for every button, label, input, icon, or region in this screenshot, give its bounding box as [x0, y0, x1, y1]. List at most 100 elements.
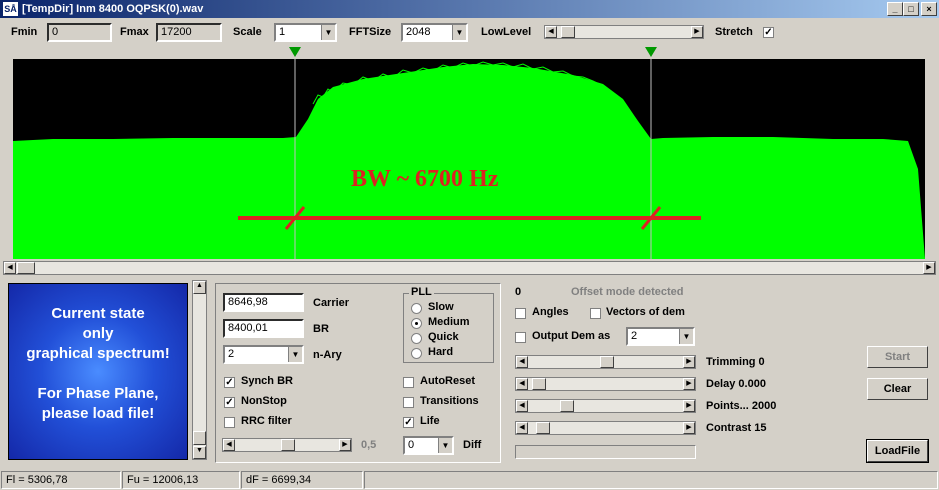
br-field[interactable]: 8400,01 [223, 319, 304, 338]
stretch-checkbox[interactable]: ✓ [763, 27, 774, 38]
pll-hard-label: Hard [428, 346, 454, 358]
close-button[interactable]: × [921, 2, 937, 16]
pll-slow-label: Slow [428, 301, 454, 313]
arrow-left-icon[interactable]: ◀ [223, 439, 235, 451]
chevron-down-icon[interactable]: ▼ [321, 25, 335, 40]
nonstop-label: NonStop [241, 395, 287, 407]
chevron-down-icon[interactable]: ▼ [438, 438, 452, 453]
info-vscroll-thumb[interactable] [193, 431, 206, 445]
info-vscroll[interactable]: ▲ ▼ [192, 280, 207, 460]
contrast-slider[interactable]: ◀ ▶ [515, 421, 696, 435]
arrow-right-icon[interactable]: ▶ [339, 439, 351, 451]
fmin-field[interactable]: 0 [47, 23, 112, 42]
pll-hard-radio[interactable] [411, 348, 422, 359]
arrow-right-icon[interactable]: ▶ [683, 378, 695, 390]
points-slider[interactable]: ◀ ▶ [515, 399, 696, 413]
rrc-filter-checkbox[interactable] [224, 417, 235, 428]
spectrum-scrollbar[interactable]: ◀ ▶ [3, 261, 936, 275]
maximize-button[interactable]: □ [903, 2, 919, 16]
synch-br-checkbox[interactable]: ✓ [224, 377, 235, 388]
arrow-left-icon[interactable]: ◀ [516, 400, 528, 412]
params-slider-thumb[interactable] [281, 439, 295, 451]
output-dem-value: 2 [631, 330, 638, 342]
nary-value: 2 [228, 348, 235, 360]
info-line-2: only [82, 325, 114, 342]
scale-select[interactable]: 1 ▼ [274, 23, 337, 42]
pll-medium-label: Medium [428, 316, 470, 328]
params-slider[interactable]: ◀ ▶ [222, 438, 352, 452]
loadfile-button[interactable]: LoadFile [866, 439, 929, 463]
status-empty [364, 471, 938, 489]
info-line-1: Current state [51, 305, 145, 322]
params-slider-value: 0,5 [361, 439, 377, 451]
trimming-label: Trimming 0 [706, 356, 765, 368]
points-label: Points... 2000 [706, 400, 777, 412]
delay-label: Delay 0.000 [706, 378, 766, 390]
diff-value: 0 [408, 439, 415, 451]
fmin-label: Fmin [11, 26, 38, 38]
arrow-right-icon[interactable]: ▶ [691, 26, 703, 38]
diff-select[interactable]: 0 ▼ [403, 436, 454, 455]
delay-thumb[interactable] [532, 378, 546, 390]
vectors-checkbox[interactable] [590, 308, 601, 319]
output-dem-checkbox[interactable] [515, 332, 526, 343]
minimize-button[interactable]: _ [887, 2, 903, 16]
chevron-down-icon[interactable]: ▼ [288, 347, 302, 362]
title-bar: SÅ [TempDir] Inm 8400 OQPSK(0).wav _ □ × [0, 0, 939, 18]
pll-quick-radio[interactable] [411, 333, 422, 344]
angles-checkbox[interactable] [515, 308, 526, 319]
offset-mode-status: Offset mode detected [571, 286, 684, 298]
arrow-right-icon[interactable]: ▶ [923, 262, 935, 274]
diff-label: Diff [463, 439, 482, 451]
arrow-left-icon[interactable]: ◀ [4, 262, 16, 274]
carrier-field[interactable]: 8646,98 [223, 293, 304, 312]
status-fu: Fu = 12006,13 [122, 471, 240, 489]
lower-marker-handle-top[interactable] [288, 46, 302, 58]
points-thumb[interactable] [560, 400, 574, 412]
fmax-field[interactable]: 17200 [156, 23, 222, 42]
chevron-down-icon[interactable]: ▼ [679, 329, 693, 344]
fftsize-value: 2048 [406, 26, 431, 38]
life-checkbox[interactable]: ✓ [403, 417, 414, 428]
arrow-up-icon[interactable]: ▲ [193, 281, 206, 294]
trimming-thumb[interactable] [600, 356, 614, 368]
arrow-left-icon[interactable]: ◀ [516, 356, 528, 368]
start-button[interactable]: Start [867, 346, 928, 368]
fmax-label: Fmax [120, 26, 149, 38]
contrast-thumb[interactable] [536, 422, 550, 434]
delay-slider[interactable]: ◀ ▶ [515, 377, 696, 391]
arrow-left-icon[interactable]: ◀ [516, 422, 528, 434]
chevron-down-icon[interactable]: ▼ [452, 25, 466, 40]
status-fl: Fl = 5306,78 [1, 471, 121, 489]
pll-label: PLL [409, 286, 434, 298]
autoreset-checkbox[interactable] [403, 377, 414, 388]
output-dem-select[interactable]: 2 ▼ [626, 327, 695, 346]
app-icon: SÅ [3, 2, 18, 16]
arrow-right-icon[interactable]: ▶ [683, 356, 695, 368]
arrow-right-icon[interactable]: ▶ [683, 400, 695, 412]
upper-marker-handle-top[interactable] [644, 46, 658, 58]
progress-bar [515, 445, 696, 459]
transitions-label: Transitions [420, 395, 479, 407]
spectrum-display[interactable]: BW ~ 6700 Hz [13, 59, 925, 259]
nary-select[interactable]: 2 ▼ [223, 345, 304, 364]
pll-medium-radio[interactable] [411, 318, 422, 329]
clear-button[interactable]: Clear [867, 378, 928, 400]
arrow-right-icon[interactable]: ▶ [683, 422, 695, 434]
pll-slow-radio[interactable] [411, 303, 422, 314]
arrow-down-icon[interactable]: ▼ [193, 446, 206, 459]
lowlevel-slider[interactable]: ◀ ▶ [544, 25, 704, 39]
nonstop-checkbox[interactable]: ✓ [224, 397, 235, 408]
stretch-label: Stretch [715, 26, 753, 38]
lowlevel-thumb[interactable] [561, 26, 575, 38]
synch-br-label: Synch BR [241, 375, 293, 387]
arrow-left-icon[interactable]: ◀ [545, 26, 557, 38]
transitions-checkbox[interactable] [403, 397, 414, 408]
arrow-left-icon[interactable]: ◀ [516, 378, 528, 390]
trimming-slider[interactable]: ◀ ▶ [515, 355, 696, 369]
spectrum-scroll-thumb[interactable] [17, 262, 35, 274]
contrast-label: Contrast 15 [706, 422, 767, 434]
fftsize-select[interactable]: 2048 ▼ [401, 23, 468, 42]
fftsize-label: FFTSize [349, 26, 392, 38]
angles-label: Angles [532, 306, 569, 318]
